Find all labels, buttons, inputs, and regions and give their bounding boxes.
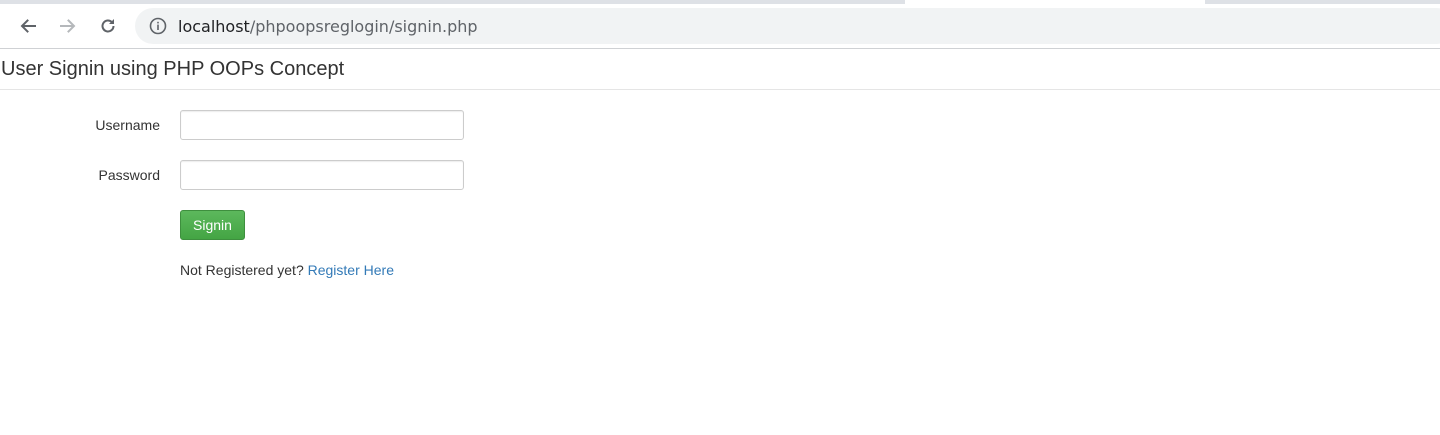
tab-strip <box>0 0 1440 4</box>
reload-button[interactable] <box>92 10 124 42</box>
signin-button[interactable]: Signin <box>180 210 245 240</box>
username-row: Username <box>0 110 470 140</box>
arrow-right-icon <box>60 19 76 33</box>
url-host: localhost <box>178 16 250 36</box>
register-link[interactable]: Register Here <box>308 262 394 278</box>
info-icon[interactable] <box>148 16 168 36</box>
arrow-left-icon <box>20 19 36 33</box>
register-prompt-text: Not Registered yet? <box>180 262 304 278</box>
address-bar[interactable]: localhost/phpoopsreglogin/signin.php <box>135 8 1440 44</box>
register-prompt: Not Registered yet? Register Here <box>180 262 394 278</box>
page-title: User Signin using PHP OOPs Concept <box>1 58 345 80</box>
page-header: User Signin using PHP OOPs Concept <box>0 49 1440 90</box>
back-button[interactable] <box>12 10 44 42</box>
forward-button[interactable] <box>52 10 84 42</box>
url-path: /phpoopsreglogin/signin.php <box>249 16 478 36</box>
url-text: localhost/phpoopsreglogin/signin.php <box>178 17 478 36</box>
password-row: Password <box>0 160 470 190</box>
password-input[interactable] <box>180 160 464 190</box>
password-label: Password <box>98 167 160 183</box>
reload-icon <box>101 19 115 33</box>
username-label: Username <box>95 117 160 133</box>
active-tab[interactable] <box>905 0 1205 4</box>
browser-toolbar: localhost/phpoopsreglogin/signin.php <box>0 0 1440 49</box>
username-input[interactable] <box>180 110 464 140</box>
